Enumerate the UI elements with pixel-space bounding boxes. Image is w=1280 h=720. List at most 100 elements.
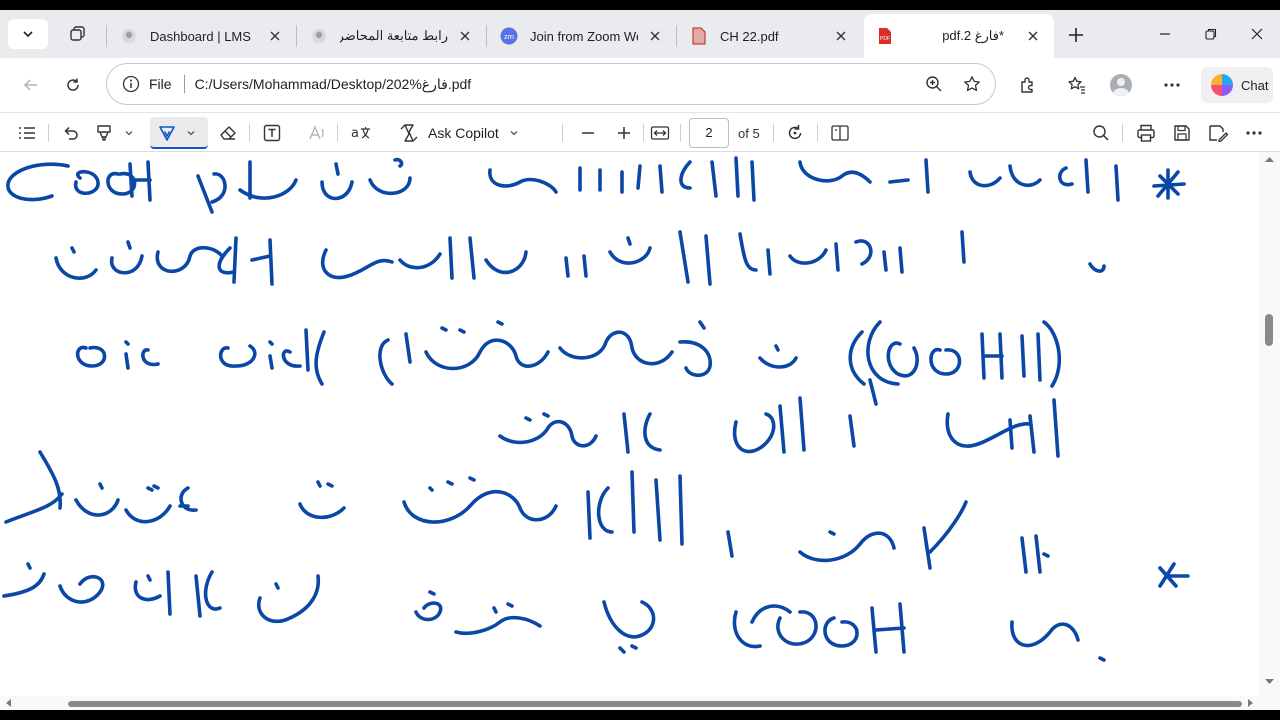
horizontal-scrollbar[interactable] [0,696,1259,710]
favorites-list-icon [1068,76,1085,94]
contents-button[interactable] [13,119,41,147]
new-tab-button[interactable] [1062,22,1090,48]
close-tab-icon[interactable] [1024,27,1042,45]
draw-options-button[interactable] [181,119,201,147]
vertical-scrollbar[interactable] [1259,152,1280,710]
undo-button[interactable] [57,119,85,147]
ink-line-6 [2,562,1106,662]
chevron-down-icon [510,131,518,136]
plus-icon [1069,28,1083,42]
search-button[interactable] [1087,119,1115,147]
save-button[interactable] [1168,119,1196,147]
close-tab-icon[interactable] [266,27,284,45]
zoom-in-button[interactable] [610,119,638,147]
refresh-icon [67,78,79,91]
translate-button[interactable]: a [347,119,375,147]
zoom-out-button[interactable] [574,119,602,147]
page-view-icon [831,125,849,141]
save-icon [1174,125,1190,141]
tab-active-pdf[interactable]: PDF *فارغ pdf.2 [864,14,1054,58]
erase-button[interactable] [214,119,242,147]
back-arrow-icon [23,79,37,91]
workspaces-button[interactable] [62,19,94,49]
more-options-button[interactable] [1240,119,1268,147]
read-aloud-button[interactable] [303,119,331,147]
svg-text:zm: zm [504,32,514,41]
rotate-button[interactable] [781,119,809,147]
tab-zoom[interactable]: zm Join from Zoom Web [488,14,676,58]
refresh-button[interactable] [58,70,88,100]
copilot-chat-button[interactable]: Chat [1201,67,1273,103]
lms-icon [120,27,138,45]
close-tab-icon[interactable] [832,27,850,45]
restore-button[interactable] [1197,22,1225,46]
print-button[interactable] [1132,119,1160,147]
toolbar-separator [680,124,681,142]
tab-title: *فارغ pdf.2 [942,28,1004,43]
back-button[interactable] [16,70,46,100]
more-dots-icon [1246,131,1262,135]
tab-separator [486,25,487,47]
scroll-left-arrow-icon[interactable] [2,696,14,710]
address-separator [183,75,185,93]
favorite-star-icon[interactable] [957,69,987,99]
vertical-scroll-thumb[interactable] [1265,314,1273,346]
scheme-label: File [149,76,172,92]
favorites-button[interactable] [1062,70,1092,100]
ink-line-4 [498,396,1060,458]
fit-to-width-button[interactable] [646,119,674,147]
scroll-up-arrow-icon[interactable] [1259,153,1280,165]
translate-icon: a [351,126,370,141]
zoom-in-icon[interactable] [919,69,949,99]
restore-icon [1205,28,1217,40]
draw-tool[interactable] [153,119,181,147]
ink-line-5 [4,450,1190,588]
chevron-down-icon [187,131,195,136]
print-icon [1137,124,1155,142]
scroll-down-arrow-icon[interactable] [1259,676,1280,688]
save-as-button[interactable] [1204,119,1232,147]
extensions-button[interactable] [1013,70,1043,100]
ink-line-2 [54,230,1106,286]
url-text[interactable]: C:/Users/Mohammad/Desktop/202%فارغ.pdf [195,76,919,93]
rotate-icon [788,125,802,140]
pdf-toolbar: a Ask Copilot 2 of 5 [0,112,1280,152]
page-view-button[interactable] [826,119,854,147]
scroll-right-arrow-icon[interactable] [1245,696,1257,710]
info-icon[interactable] [121,74,141,94]
add-text-button[interactable] [258,119,286,147]
close-tab-icon[interactable] [456,27,474,45]
copilot-outline-icon [400,124,418,142]
tab-dashboard-lms[interactable]: Dashboard | LMS [108,14,296,58]
ask-copilot-button[interactable]: Ask Copilot [398,120,519,146]
tab-ch22-pdf[interactable]: CH 22.pdf [678,14,862,58]
ink-line-3 [75,320,1062,406]
svg-text:a: a [351,126,359,141]
highlight-button[interactable] [90,119,118,147]
address-bar[interactable]: File C:/Users/Mohammad/Desktop/202%فارغ.… [106,63,996,105]
settings-menu-button[interactable] [1157,70,1187,100]
highlight-options-button[interactable] [119,119,139,147]
tab-lectures-link[interactable]: رابط متابعة المحاضرات [298,14,486,58]
pdf-document-view[interactable] [0,152,1280,710]
tab-actions-menu-button[interactable] [8,19,48,49]
minimize-button[interactable] [1151,22,1179,46]
close-tab-icon[interactable] [646,27,664,45]
ask-copilot-label: Ask Copilot [428,125,499,141]
copilot-icon [1211,74,1233,96]
lms-icon [310,27,328,45]
page-number-input[interactable]: 2 [689,118,729,148]
toolbar-separator [249,124,250,142]
profile-button[interactable] [1106,70,1136,100]
pen-draw-icon [159,126,175,141]
table-of-contents-icon [19,127,35,139]
close-window-button[interactable] [1243,22,1271,46]
tab-separator [296,25,297,47]
chevron-down-icon [125,131,133,136]
toolbar-separator [48,124,49,142]
fit-width-icon [650,126,670,140]
horizontal-scroll-thumb[interactable] [68,701,1242,707]
toolbar-separator [817,124,818,142]
tab-title: رابط متابعة المحاضرات [340,28,448,43]
handwritten-notes-canvas[interactable] [0,152,1259,696]
